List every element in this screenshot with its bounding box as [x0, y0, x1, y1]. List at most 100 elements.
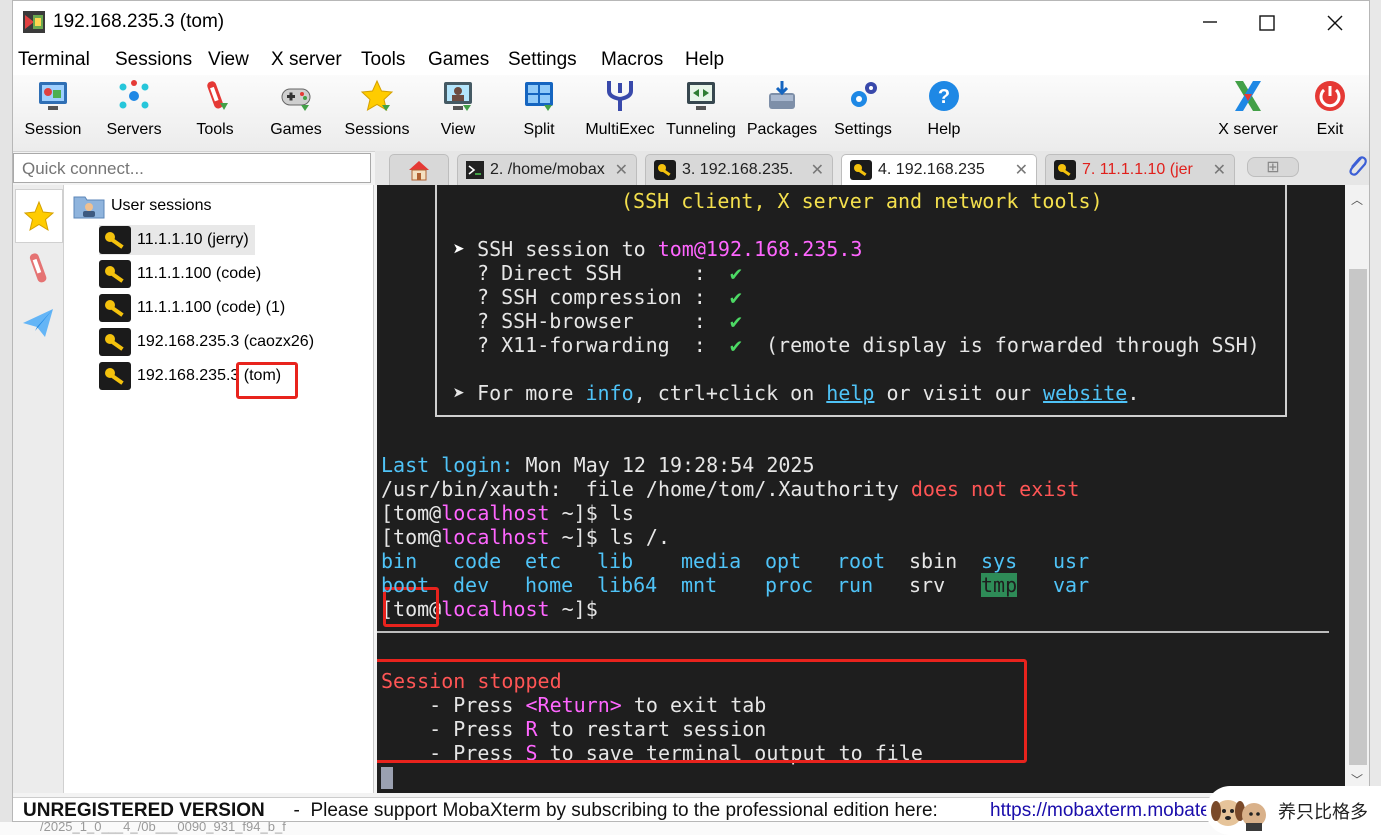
toolbar-split-button[interactable]: Split — [499, 79, 579, 139]
status-message: - Please support MobaXterm by subscribin… — [283, 800, 949, 821]
more-info-text: For more — [477, 381, 586, 405]
desktop-background-left — [0, 0, 12, 835]
sidebar-tab-tools[interactable] — [15, 243, 61, 295]
directory-entry: sbin — [909, 549, 958, 573]
prompt-tail: ~]$ — [549, 597, 598, 621]
toolbar-x-server-button[interactable]: X server — [1208, 79, 1288, 139]
terminal-scrollbar-thumb[interactable] — [1349, 269, 1367, 765]
prompt-host: localhost — [441, 525, 550, 549]
desktop-background-right — [1370, 0, 1381, 835]
sidebar-tab-sessions[interactable] — [15, 189, 63, 243]
tools-icon — [29, 253, 47, 283]
power-icon — [1313, 79, 1347, 113]
menu-settings[interactable]: Settings — [508, 49, 577, 71]
toolbar-view-button[interactable]: View — [418, 79, 498, 139]
xauth-text: /usr/bin/xauth: file /home/tom/.Xauthori… — [381, 477, 911, 501]
toolbar-tunneling-button[interactable]: Tunneling — [661, 79, 741, 139]
directory-entry: code — [453, 549, 502, 573]
menu-sessions[interactable]: Sessions — [115, 49, 192, 71]
session-item-label: 11.1.1.10 (jerry) — [137, 231, 249, 248]
toolbar-sessions-button[interactable]: Sessions — [337, 79, 417, 139]
home-icon — [409, 161, 429, 181]
menu-tools[interactable]: Tools — [361, 49, 405, 71]
directory-entry: opt — [765, 549, 802, 573]
session-item[interactable]: 192.168.235.3 (caozx26) — [99, 327, 314, 357]
tab-session-3[interactable]: 3. 192.168.235. ✕ — [645, 154, 833, 185]
minimize-button[interactable] — [1178, 1, 1242, 45]
toolbar-packages-button[interactable]: Packages — [742, 79, 822, 139]
check-mark-icon: ✔ — [729, 333, 742, 357]
toolbar-multiexec-button[interactable]: MultiExec — [580, 79, 660, 139]
arrow-glyph: ➤ — [453, 237, 478, 261]
annotation-highlight-box — [377, 659, 1027, 763]
directory-entry: tmp — [981, 573, 1018, 597]
menu-bar: Terminal Sessions View X server Tools Ga… — [13, 45, 1369, 75]
toolbar-games-button[interactable]: Games — [256, 79, 336, 139]
directory-entry: mnt — [681, 573, 718, 597]
toolbar-tools-button[interactable]: Tools — [175, 79, 255, 139]
toolbar-help-label: Help — [927, 121, 961, 138]
quick-connect-input[interactable] — [20, 156, 364, 182]
session-item[interactable]: 11.1.1.100 (code) (1) — [99, 293, 285, 323]
ssh-session-line: ➤ SSH session to tom@192.168.235.3 — [453, 237, 862, 261]
prompt-line: [tom@localhost ~]$ ls — [381, 501, 634, 525]
session-icon — [36, 79, 70, 113]
toolbar-session-button[interactable]: Session — [13, 79, 93, 139]
menu-view[interactable]: View — [208, 49, 249, 71]
sidebar-tab-macros[interactable] — [15, 297, 61, 349]
toolbar-settings-button[interactable]: Settings — [823, 79, 903, 139]
session-item-label: 192.168.235.3 (caozx26) — [137, 333, 315, 350]
directory-entry: srv — [909, 573, 946, 597]
toolbar-help-button[interactable]: ? Help — [904, 79, 984, 139]
menu-games[interactable]: Games — [428, 49, 489, 71]
directory-entry: lib64 — [597, 573, 658, 597]
maximize-button[interactable] — [1235, 1, 1299, 45]
packages-icon — [765, 79, 799, 113]
help-link[interactable]: help — [826, 381, 874, 405]
tab-session-2-label: 2. /home/mobax — [490, 161, 605, 178]
close-button[interactable] — [1303, 1, 1367, 45]
tab-session-7[interactable]: 7. 11.1.1.10 (jer ✕ — [1045, 154, 1235, 185]
toolbar-split-label: Split — [523, 121, 555, 138]
tab-close-icon[interactable]: ✕ — [811, 160, 824, 180]
toolbar-exit-button[interactable]: Exit — [1290, 79, 1369, 139]
new-tab-button[interactable]: ⊞ — [1247, 157, 1299, 177]
tab-close-icon[interactable]: ✕ — [615, 160, 628, 180]
watermark-text: 养只比格多 — [1278, 801, 1368, 822]
user-sessions-label: User sessions — [111, 197, 212, 214]
help-icon: ? — [927, 79, 961, 113]
title-bar[interactable]: 192.168.235.3 (tom) — [13, 1, 1369, 45]
menu-x-server[interactable]: X server — [271, 49, 342, 71]
tab-home[interactable] — [389, 154, 449, 185]
tab-session-2[interactable]: 2. /home/mobax ✕ — [457, 154, 637, 185]
session-item[interactable]: 11.1.1.100 (code) — [99, 259, 261, 289]
menu-macros[interactable]: Macros — [601, 49, 663, 71]
window-title: 192.168.235.3 (tom) — [53, 11, 225, 32]
menu-terminal[interactable]: Terminal — [18, 49, 90, 71]
attach-icon[interactable] — [1345, 153, 1369, 184]
user-sessions-folder[interactable]: User sessions — [73, 193, 211, 219]
toolbar-servers-button[interactable]: Servers — [94, 79, 174, 139]
website-link[interactable]: website — [1043, 381, 1127, 405]
check-line: ? X11-forwarding : ✔ (remote display is … — [477, 333, 1260, 357]
more-info-text: , ctrl+click on — [633, 381, 827, 405]
tab-close-icon[interactable]: ✕ — [1213, 160, 1226, 180]
directory-entry: dev — [453, 573, 490, 597]
mobaxterm-app-icon — [23, 11, 45, 33]
watermark-badge: 养只比格多 — [1206, 786, 1381, 835]
ssh-key-icon — [99, 294, 131, 322]
sessions-star-icon — [360, 79, 394, 113]
menu-help[interactable]: Help — [685, 49, 724, 71]
scroll-up-icon[interactable]: ︿ — [1351, 191, 1363, 208]
tab-session-4-active[interactable]: 4. 192.168.235 ✕ — [841, 154, 1037, 185]
prompt-tail: ~]$ — [549, 501, 598, 525]
directory-entry: etc — [525, 549, 562, 573]
info-link[interactable]: info — [585, 381, 633, 405]
last-login-line: Last login: Mon May 12 19:28:54 2025 — [381, 453, 814, 477]
ssh-session-target: tom@192.168.235.3 — [657, 237, 863, 261]
session-item[interactable]: 11.1.1.10 (jerry) — [99, 225, 255, 255]
tab-close-icon[interactable]: ✕ — [1015, 160, 1028, 180]
terminal-output[interactable]: (SSH client, X server and network tools)… — [377, 185, 1345, 793]
session-item-label: 11.1.1.100 (code) (1) — [137, 299, 286, 316]
tab-session-7-label: 7. 11.1.1.10 (jer — [1082, 161, 1193, 178]
